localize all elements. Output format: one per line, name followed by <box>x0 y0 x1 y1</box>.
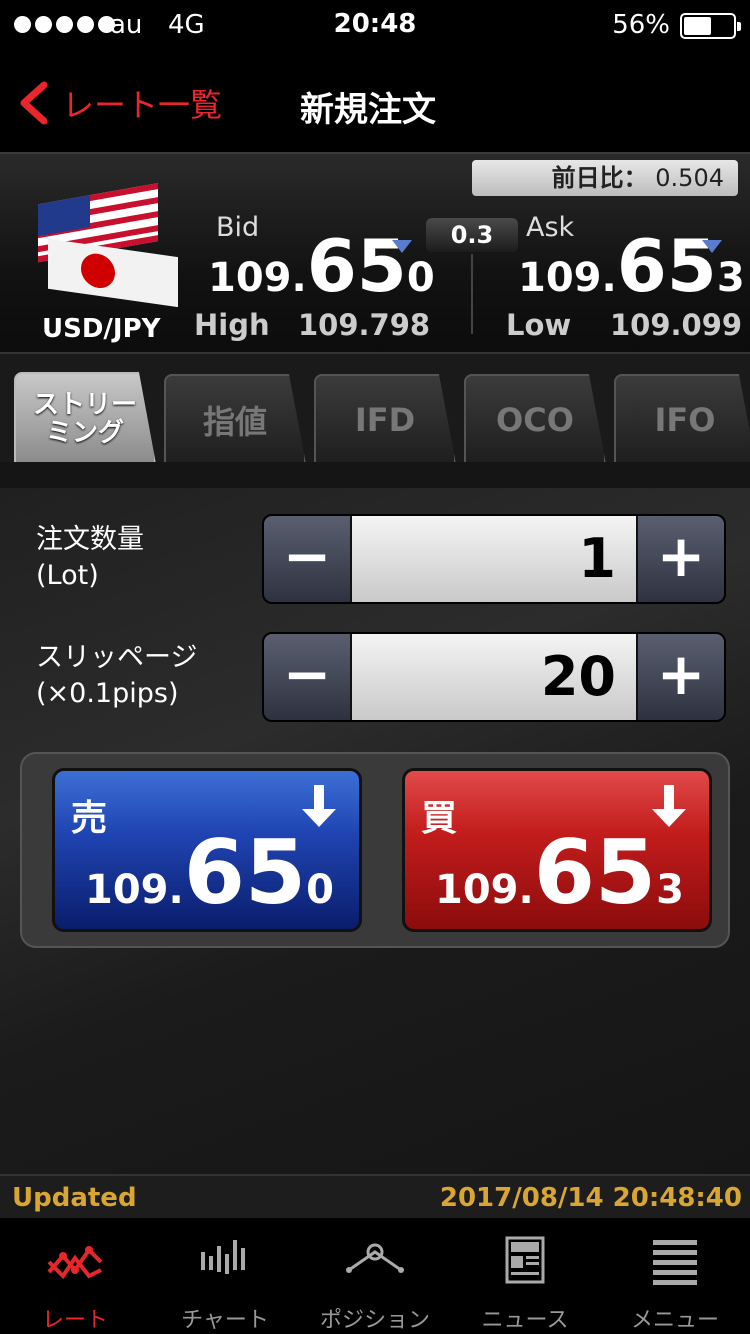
slippage-input[interactable]: 20 <box>352 634 636 720</box>
updated-timestamp: 2017/08/14 20:48:40 <box>439 1183 742 1213</box>
slippage-label-unit: (×0.1pips) <box>36 678 179 709</box>
tabbar-label: レート <box>41 1308 108 1333</box>
prev-day-change: 前日比： 0.504 <box>472 160 738 196</box>
tab-limit[interactable]: 指値 <box>164 374 306 464</box>
battery-percent: 56% <box>612 10 670 40</box>
news-icon <box>505 1236 545 1284</box>
page-title: 新規注文 <box>300 90 436 130</box>
tabbar-item-chart[interactable]: チャート <box>150 1218 300 1334</box>
quantity-plus-button[interactable]: + <box>638 516 724 602</box>
tabbar-label: ニュース <box>481 1308 569 1333</box>
slippage-plus-button[interactable]: + <box>638 634 724 720</box>
position-icon <box>346 1243 404 1273</box>
tab-streaming[interactable]: ストリー ミング <box>14 372 156 464</box>
buy-price-pip: 3 <box>656 867 685 913</box>
tab-oco[interactable]: OCO <box>464 374 606 464</box>
quantity-label-title: 注文数量 <box>36 524 144 555</box>
low-value: 109.099 <box>610 308 743 342</box>
ask-down-arrow-icon <box>702 240 722 253</box>
slippage-stepper: − 20 + <box>262 632 726 722</box>
prev-day-label: 前日比： <box>551 164 648 192</box>
navigation-bar: レート一覧 新規注文 <box>0 52 750 152</box>
tabbar-item-position[interactable]: ポジション <box>300 1218 450 1334</box>
quantity-input[interactable]: 1 <box>352 516 636 602</box>
updated-bar: Updated 2017/08/14 20:48:40 <box>0 1174 750 1218</box>
sell-price-main: 65 <box>183 821 307 924</box>
tabbar-label: メニュー <box>630 1308 719 1333</box>
status-bar: au 4G 20:48 56% <box>0 0 750 52</box>
tabbar-label: チャート <box>181 1308 269 1333</box>
low-label: Low <box>506 308 572 342</box>
sell-price-pip: 0 <box>306 867 335 913</box>
rate-panel: 前日比： 0.504 USD/JPY Bid 109.650 Ask 109.6… <box>0 152 750 352</box>
quantity-label: 注文数量 (Lot) <box>36 522 144 594</box>
high-label: High <box>194 308 270 342</box>
ask-price: 109.653 <box>518 224 745 308</box>
sell-price-prefix: 109. <box>85 867 184 913</box>
tab-ifo[interactable]: IFO <box>614 374 750 464</box>
ask-price-main: 65 <box>616 224 717 308</box>
high-value: 109.798 <box>298 308 431 342</box>
divider <box>471 254 473 334</box>
tabbar-label: ポジション <box>319 1308 430 1333</box>
slippage-label-title: スリッページ <box>36 642 198 673</box>
menu-list-icon <box>653 1240 697 1285</box>
sell-price: 109.650 <box>85 821 334 924</box>
candlestick-icon <box>201 1240 245 1274</box>
updated-label: Updated <box>12 1183 137 1213</box>
buy-price-prefix: 109. <box>435 867 534 913</box>
battery-icon <box>680 13 741 39</box>
tabbar-item-news[interactable]: ニュース <box>450 1218 600 1334</box>
back-button[interactable]: レート一覧 <box>18 80 222 126</box>
buy-price: 109.653 <box>435 821 684 924</box>
bid-price-main: 65 <box>306 224 407 308</box>
bid-price-prefix: 109. <box>208 255 307 301</box>
quantity-minus-button[interactable]: − <box>264 516 350 602</box>
bottom-tab-bar: レート チャート ポジション ニュース メニュー <box>0 1218 750 1334</box>
bid-price-pip: 0 <box>406 255 435 301</box>
buy-button[interactable]: 買 109.653 <box>402 768 712 932</box>
tab-ifd[interactable]: IFD <box>314 374 456 464</box>
currency-pair: USD/JPY <box>42 314 161 344</box>
tabbar-item-rate[interactable]: レート <box>0 1218 150 1334</box>
bid-price: 109.650 <box>208 224 435 308</box>
ask-price-pip: 3 <box>716 255 745 301</box>
sell-button[interactable]: 売 109.650 <box>52 768 362 932</box>
quantity-label-unit: (Lot) <box>36 560 99 591</box>
rate-chart-icon <box>47 1246 103 1280</box>
chevron-left-icon <box>20 81 48 125</box>
quantity-stepper: − 1 + <box>262 514 726 604</box>
tabbar-item-menu[interactable]: メニュー <box>600 1218 750 1334</box>
order-type-tabs: ストリー ミング 指値 IFD OCO IFO <box>0 352 750 464</box>
back-label: レート一覧 <box>62 86 223 124</box>
bid-down-arrow-icon <box>392 240 412 253</box>
ask-price-prefix: 109. <box>518 255 617 301</box>
trade-panel: 売 109.650 買 109.653 <box>20 752 730 948</box>
slippage-minus-button[interactable]: − <box>264 634 350 720</box>
usd-jpy-flag-icon <box>38 183 178 308</box>
buy-price-main: 65 <box>533 821 657 924</box>
prev-day-value: 0.504 <box>655 164 724 192</box>
slippage-label: スリッページ (×0.1pips) <box>36 640 197 712</box>
spread-badge: 0.3 <box>426 218 518 252</box>
